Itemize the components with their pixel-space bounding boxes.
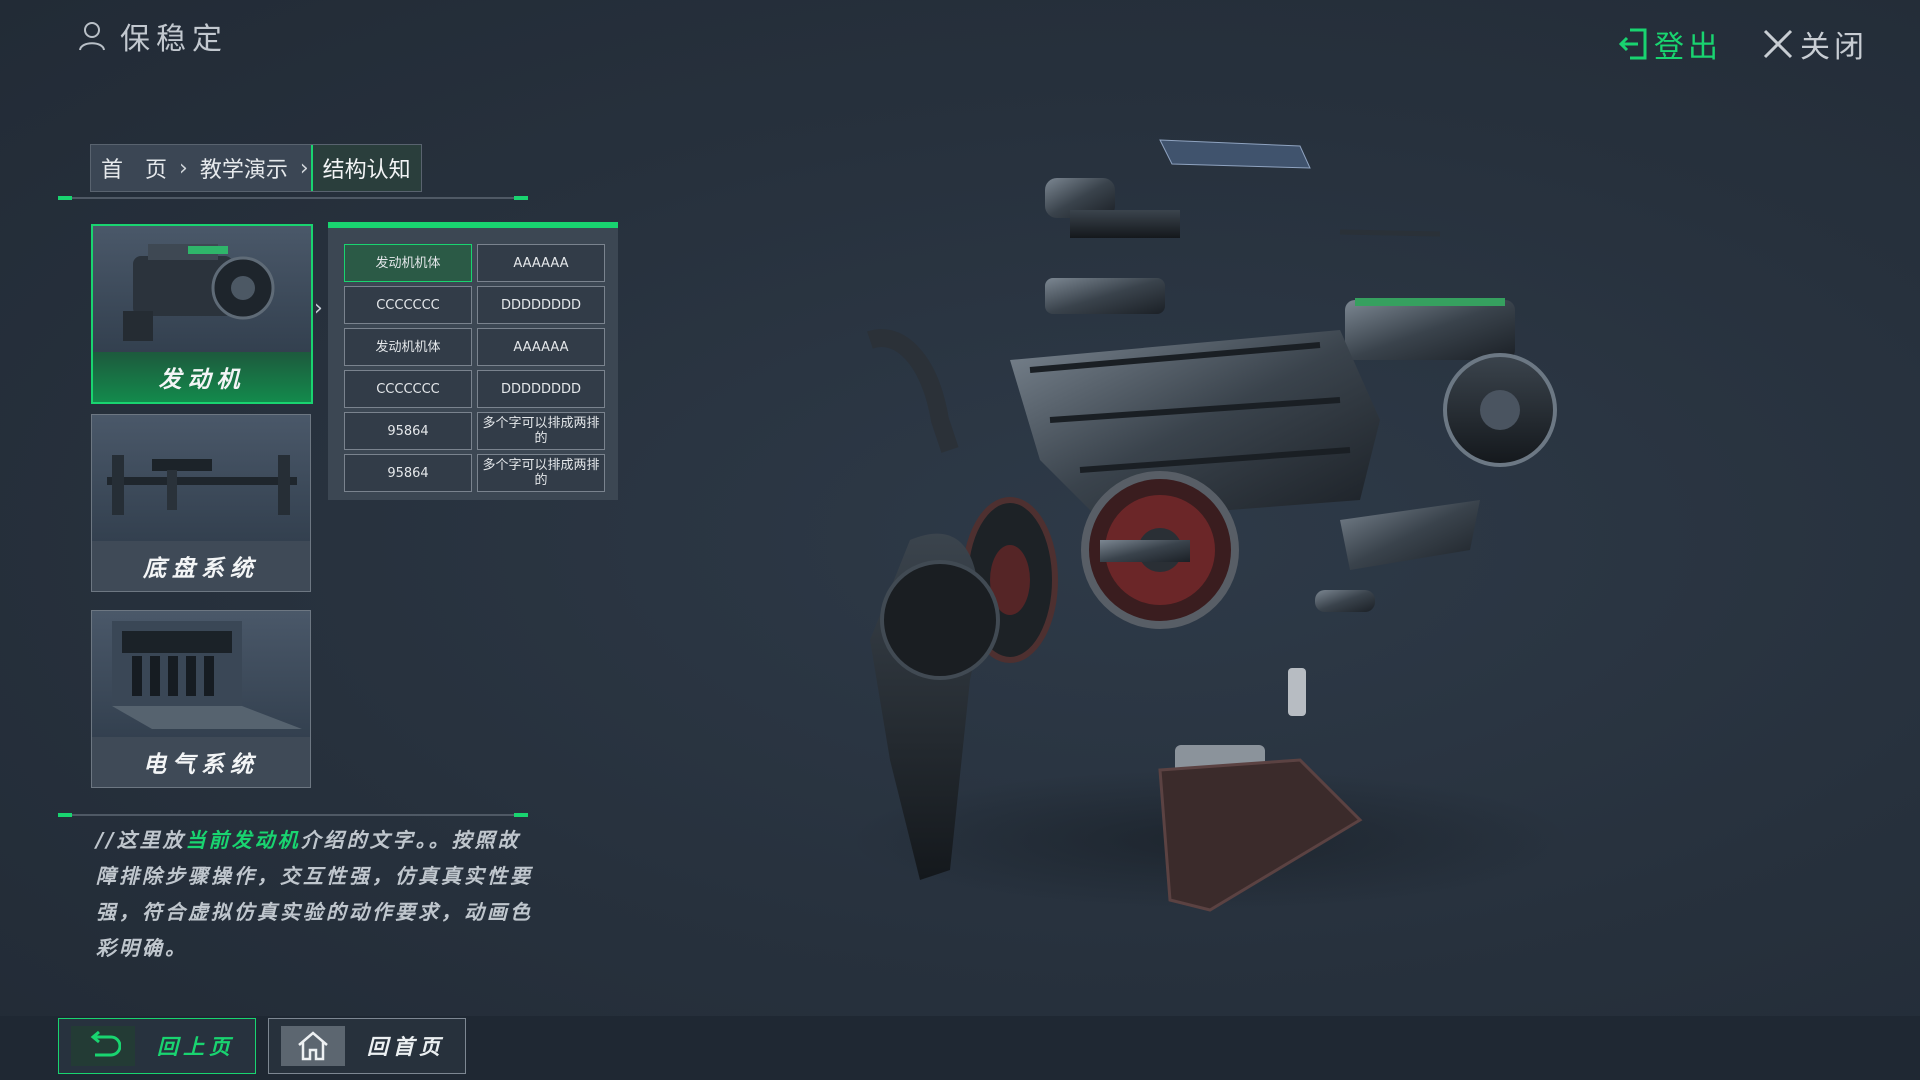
close-icon — [1763, 29, 1793, 59]
close-label: 关闭 — [1800, 30, 1868, 65]
close-button[interactable]: 关闭 — [1762, 22, 1868, 66]
part-cell[interactable]: DDDDDDDD — [477, 286, 605, 324]
part-cell[interactable]: 95864 — [344, 454, 472, 492]
system-card-label: 电气系统 — [92, 737, 310, 787]
part-cell[interactable]: 多个字可以排成两排的 — [477, 454, 605, 492]
system-description: //这里放当前发动机介绍的文字。。按照故障排除步骤操作，交互性强，仿真真实性要强… — [96, 822, 536, 966]
breadcrumb-demo[interactable]: 教学演示 — [190, 152, 298, 184]
system-card-chassis[interactable]: 底盘系统 — [91, 414, 311, 592]
part-cell[interactable]: AAAAAA — [477, 244, 605, 282]
description-highlight: 当前发动机 — [185, 828, 301, 852]
breadcrumb-current: 结构认知 — [310, 145, 421, 191]
user-name: 保稳定 — [120, 22, 228, 57]
engine-model-view[interactable] — [780, 120, 1600, 940]
logout-icon — [1618, 28, 1647, 60]
parts-grid: 发动机机体 AAAAAA CCCCCCC DDDDDDDD 发动机机体 AAAA… — [344, 244, 605, 492]
part-cell[interactable]: 发动机机体 — [344, 328, 472, 366]
user-icon — [79, 22, 105, 51]
home-button[interactable]: 回首页 — [268, 1018, 466, 1074]
back-arrow-icon — [90, 1031, 121, 1057]
parts-panel: 发动机机体 AAAAAA CCCCCCC DDDDDDDD 发动机机体 AAAA… — [328, 222, 618, 500]
home-label: 回首页 — [367, 1035, 445, 1059]
user-info: 保稳定 — [78, 14, 228, 58]
logout-button[interactable]: 登出 — [1618, 22, 1722, 66]
part-cell[interactable]: CCCCCCC — [344, 370, 472, 408]
logout-label: 登出 — [1654, 30, 1722, 65]
breadcrumb: 首 页 › 教学演示 › 结构认知 — [58, 144, 528, 202]
chassis-thumbnail — [92, 415, 310, 541]
chevron-right-icon: › — [314, 296, 323, 321]
system-card-label: 发动机 — [93, 352, 311, 402]
home-icon — [298, 1031, 328, 1061]
breadcrumb-home[interactable]: 首 页 — [91, 152, 177, 184]
chevron-right-icon: › — [299, 155, 309, 181]
system-card-label: 底盘系统 — [92, 541, 310, 591]
electrical-thumbnail — [92, 611, 310, 737]
engine-thumbnail — [93, 226, 311, 352]
part-cell[interactable]: 多个字可以排成两排的 — [477, 412, 605, 450]
chevron-right-icon: › — [179, 155, 188, 181]
system-card-electrical[interactable]: 电气系统 — [91, 610, 311, 788]
back-button[interactable]: 回上页 — [58, 1018, 256, 1074]
divider — [58, 813, 528, 817]
part-cell[interactable]: 95864 — [344, 412, 472, 450]
part-cell[interactable]: 发动机机体 — [344, 244, 472, 282]
part-cell[interactable]: DDDDDDDD — [477, 370, 605, 408]
back-label: 回上页 — [157, 1035, 235, 1059]
top-actions: 登出 关闭 — [1618, 22, 1868, 66]
description-prefix: //这里放 — [96, 828, 186, 852]
system-card-engine[interactable]: 发动机 — [91, 224, 313, 404]
part-cell[interactable]: AAAAAA — [477, 328, 605, 366]
part-cell[interactable]: CCCCCCC — [344, 286, 472, 324]
divider — [58, 196, 528, 200]
